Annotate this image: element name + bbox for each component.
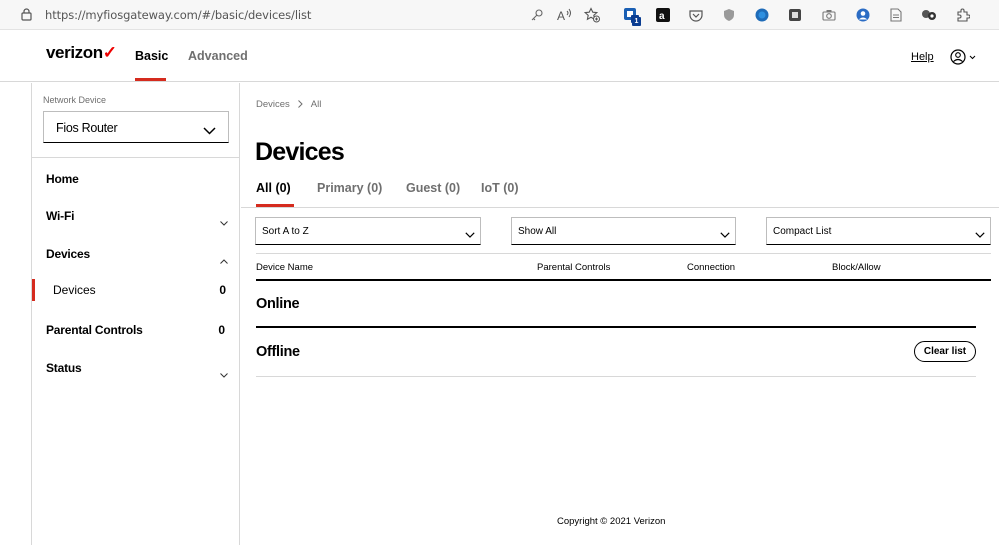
pocket-icon[interactable] <box>688 7 704 23</box>
filter-dropdown-value: Show All <box>518 226 557 237</box>
sidebar-item-wifi[interactable]: Wi-Fi <box>46 209 228 231</box>
browser-address-bar: https://myfiosgateway.com/#/basic/device… <box>0 0 999 30</box>
column-header-device-name: Device Name <box>256 262 314 273</box>
account-menu[interactable] <box>950 49 978 65</box>
page-title: Devices <box>255 138 345 166</box>
column-header-parental-controls: Parental Controls <box>537 262 611 273</box>
logo-text: verizon <box>46 43 103 62</box>
shield-extension-icon[interactable] <box>721 7 737 23</box>
parental-controls-count: 0 <box>218 323 225 337</box>
chevron-down-icon <box>203 122 216 140</box>
lock-icon[interactable] <box>21 8 32 21</box>
logo-checkmark: ✓ <box>102 43 117 62</box>
network-device-value: Fios Router <box>56 121 118 135</box>
table-header-bottom-border <box>256 279 991 281</box>
active-item-indicator <box>32 279 35 301</box>
sidebar-item-label: Devices <box>46 247 90 261</box>
online-group-title: Online <box>256 296 300 312</box>
chevron-down-icon <box>465 226 475 244</box>
table-header-top-border <box>256 253 991 254</box>
extension-badge-count: 1 <box>632 17 641 26</box>
key-icon[interactable] <box>529 7 545 23</box>
sidebar-item-label: Wi-Fi <box>46 209 75 223</box>
devices-count: 0 <box>219 283 226 297</box>
active-tab-indicator <box>135 78 166 81</box>
breadcrumb-all: All <box>310 99 322 110</box>
favorites-icon[interactable] <box>584 7 600 23</box>
tab-primary[interactable]: Primary (0) <box>317 181 382 195</box>
tab-iot[interactable]: IoT (0) <box>481 181 519 195</box>
sidebar-item-label: Status <box>46 361 82 375</box>
sidebar-divider <box>32 157 240 158</box>
url-field[interactable]: https://myfiosgateway.com/#/basic/device… <box>45 8 311 22</box>
nav-tab-advanced[interactable]: Advanced <box>188 49 248 63</box>
extension-a-icon[interactable]: a <box>655 7 671 23</box>
sidebar-item-parental-controls[interactable]: Parental Controls 0 <box>46 323 227 343</box>
filter-dropdown[interactable]: Show All <box>511 217 736 245</box>
extension-square-icon[interactable] <box>787 7 803 23</box>
group-divider <box>256 326 976 328</box>
document-icon[interactable] <box>888 7 904 23</box>
copyright-text: Copyright © 2021 Verizon <box>557 516 666 527</box>
breadcrumb-devices[interactable]: Devices <box>256 99 290 110</box>
sidebar-item-home[interactable]: Home <box>46 172 227 192</box>
verizon-logo[interactable]: verizon✓ <box>46 43 117 63</box>
chevron-down-icon <box>720 226 730 244</box>
extension-link-icon[interactable] <box>921 7 937 23</box>
sidebar-item-status[interactable]: Status <box>46 361 228 383</box>
view-dropdown[interactable]: Compact List <box>766 217 991 245</box>
chevron-up-icon <box>220 251 228 269</box>
column-header-block-allow: Block/Allow <box>832 262 881 273</box>
sidebar-item-devices[interactable]: Devices <box>46 247 228 269</box>
svg-text:A: A <box>557 9 565 22</box>
list-bottom-border <box>256 376 976 377</box>
chevron-down-icon <box>975 226 985 244</box>
chevron-down-icon <box>220 213 228 231</box>
nav-tab-basic[interactable]: Basic <box>135 49 168 63</box>
sidebar-subitem-label: Devices <box>53 283 96 297</box>
sidebar-subitem-devices[interactable]: Devices 0 <box>32 279 240 301</box>
read-aloud-icon[interactable]: A <box>557 7 573 23</box>
column-header-connection: Connection <box>687 262 736 273</box>
tabs-divider <box>241 207 999 208</box>
sidebar-item-label: Home <box>46 172 79 186</box>
extensions-puzzle-icon[interactable] <box>955 7 971 23</box>
offline-group-title: Offline <box>256 344 300 360</box>
sidebar: Network Device Fios Router Home Wi-Fi De… <box>31 83 240 545</box>
tab-all[interactable]: All (0) <box>256 181 291 195</box>
chevron-down-icon <box>220 365 228 383</box>
network-device-select[interactable]: Fios Router <box>43 111 229 143</box>
tab-guest[interactable]: Guest (0) <box>406 181 460 195</box>
network-device-label: Network Device <box>43 95 107 105</box>
clear-list-button[interactable]: Clear list <box>914 341 976 362</box>
help-link[interactable]: Help <box>911 51 934 63</box>
camera-icon[interactable] <box>821 7 837 23</box>
chevron-right-icon <box>297 99 303 110</box>
breadcrumb: Devices All <box>256 99 321 110</box>
profile-extension-icon[interactable] <box>855 7 871 23</box>
sort-dropdown[interactable]: Sort A to Z <box>255 217 481 245</box>
svg-text:a: a <box>659 11 665 22</box>
view-dropdown-value: Compact List <box>773 226 832 237</box>
sidebar-item-label: Parental Controls <box>46 323 143 337</box>
site-header: verizon✓ Basic Advanced Help <box>0 30 999 82</box>
globe-extension-icon[interactable] <box>754 7 770 23</box>
sort-dropdown-value: Sort A to Z <box>262 226 309 237</box>
